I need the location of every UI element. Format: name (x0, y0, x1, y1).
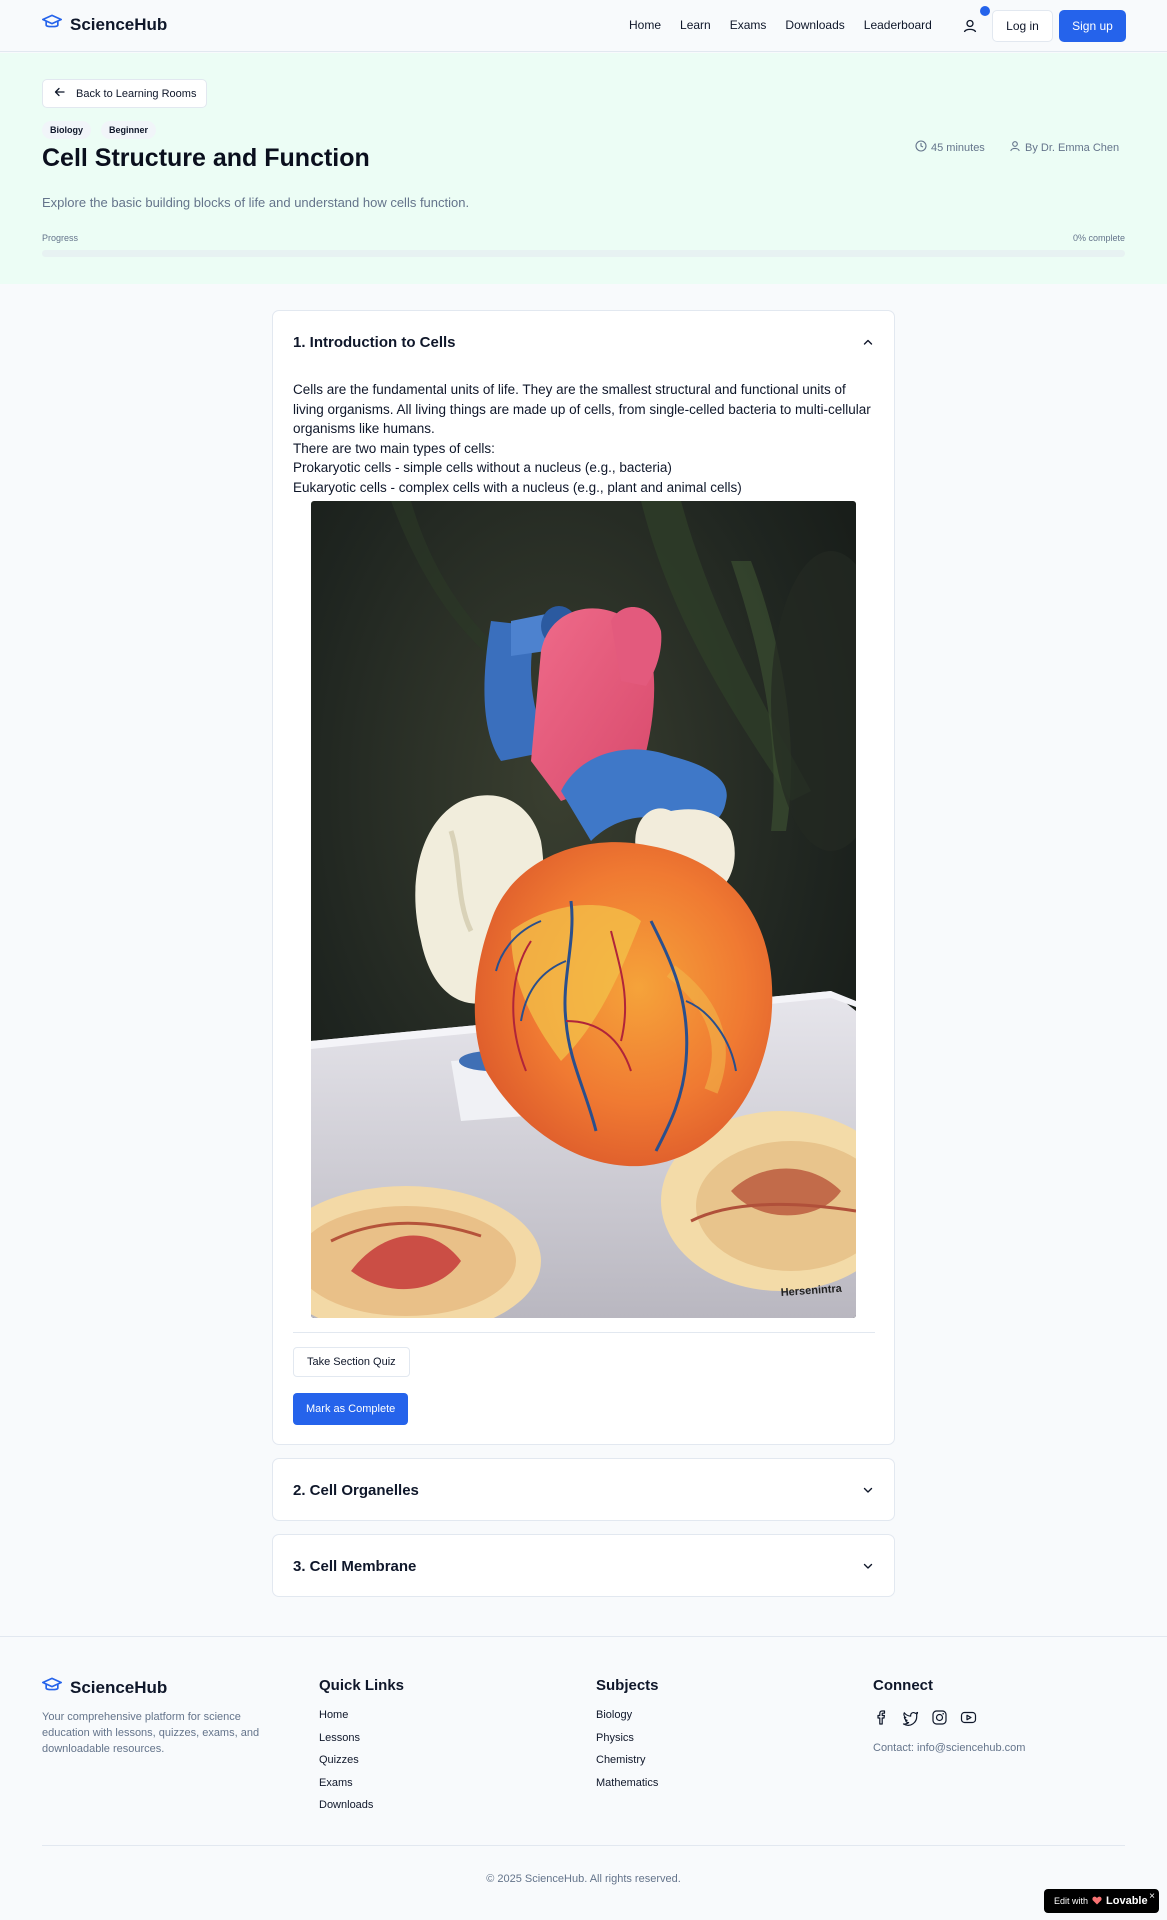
lesson-duration: 45 minutes (915, 140, 985, 155)
subjects-list: Biology Physics Chemistry Mathematics (596, 1709, 658, 1799)
badge-brand: Lovable (1106, 1895, 1148, 1907)
progress-percent: 0% complete (1072, 233, 1125, 243)
youtube-icon[interactable] (960, 1709, 977, 1731)
badge-prefix: Edit with (1054, 1896, 1089, 1906)
login-button[interactable]: Log in (992, 10, 1053, 42)
nav-learn[interactable]: Learn (680, 18, 711, 32)
section-title: 3. Cell Membrane (293, 1557, 417, 1575)
footer-link-lessons[interactable]: Lessons (319, 1732, 373, 1755)
brand-logo[interactable]: ScienceHub (42, 14, 167, 35)
user-icon (1009, 140, 1021, 155)
edit-with-lovable-badge[interactable]: Edit with Lovable × (1044, 1889, 1159, 1913)
section-divider (293, 1332, 875, 1333)
lesson-description: Explore the basic building blocks of lif… (42, 195, 470, 210)
heart-model-image: Hersenintra (311, 501, 856, 1318)
tag-biology: Biology (42, 121, 91, 139)
footer: ScienceHub Your comprehensive platform f… (0, 1636, 1167, 1920)
footer-link-quizzes[interactable]: Quizzes (319, 1754, 373, 1777)
footer-divider (42, 1845, 1125, 1846)
close-icon[interactable]: × (1149, 1891, 1155, 1902)
user-icon[interactable] (960, 16, 980, 36)
footer-brand-name: ScienceHub (70, 1677, 168, 1697)
twitter-icon[interactable] (902, 1709, 919, 1731)
graduation-cap-icon (42, 1677, 63, 1698)
top-navbar: ScienceHub Home Learn Exams Downloads Le… (0, 0, 1167, 52)
progress-bar (42, 250, 1125, 257)
nav-exams[interactable]: Exams (730, 18, 767, 32)
facebook-icon[interactable] (873, 1709, 890, 1731)
list-item: Eukaryotic cells - complex cells with a … (293, 479, 742, 495)
quick-links-list: Home Lessons Quizzes Exams Downloads (319, 1709, 373, 1822)
paragraph: Cells are the fundamental units of life.… (293, 382, 871, 437)
back-button[interactable]: Back to Learning Rooms (42, 79, 208, 108)
notification-dot (980, 6, 990, 16)
brand-name: ScienceHub (70, 14, 168, 34)
instagram-icon[interactable] (931, 1709, 948, 1731)
nav-downloads[interactable]: Downloads (785, 18, 844, 32)
connect-title: Connect (873, 1677, 933, 1694)
footer-subject-chemistry[interactable]: Chemistry (596, 1754, 658, 1777)
lesson-section-1: 1. Introduction to Cells Cells are the f… (272, 310, 895, 1445)
lesson-section-2[interactable]: 2. Cell Organelles (272, 1458, 895, 1521)
footer-link-downloads[interactable]: Downloads (319, 1799, 373, 1822)
graduation-cap-icon (42, 14, 63, 35)
quick-links-title: Quick Links (319, 1677, 405, 1694)
chevron-down-icon[interactable] (861, 1559, 875, 1573)
social-links (873, 1709, 977, 1731)
paragraph: There are two main types of cells: (293, 440, 495, 456)
duration-text: 45 minutes (931, 141, 985, 154)
heart-icon (1092, 1896, 1102, 1907)
contact-email[interactable]: Contact: info@sciencehub.com (873, 1742, 1025, 1754)
footer-subject-physics[interactable]: Physics (596, 1732, 658, 1755)
main-nav: Home Learn Exams Downloads Leaderboard (629, 18, 951, 32)
chevron-down-icon[interactable] (861, 1483, 875, 1497)
footer-link-home[interactable]: Home (319, 1709, 373, 1732)
footer-subject-mathematics[interactable]: Mathematics (596, 1777, 658, 1800)
lesson-section-3[interactable]: 3. Cell Membrane (272, 1534, 895, 1597)
author-text: By Dr. Emma Chen (1025, 141, 1120, 154)
footer-link-exams[interactable]: Exams (319, 1777, 373, 1800)
nav-leaderboard[interactable]: Leaderboard (864, 18, 932, 32)
copyright: © 2025 ScienceHub. All rights reserved. (486, 1873, 681, 1885)
progress-label: Progress (42, 233, 79, 243)
tag-beginner: Beginner (101, 121, 157, 139)
back-button-label: Back to Learning Rooms (76, 87, 197, 100)
section-header[interactable]: 1. Introduction to Cells (293, 311, 875, 373)
clock-icon (915, 140, 927, 155)
mark-complete-button[interactable]: Mark as Complete (293, 1393, 409, 1425)
section-title: 1. Introduction to Cells (293, 333, 456, 351)
footer-brand[interactable]: ScienceHub (42, 1677, 167, 1698)
subjects-title: Subjects (596, 1677, 659, 1694)
footer-subject-biology[interactable]: Biology (596, 1709, 658, 1732)
page-title: Cell Structure and Function (42, 144, 370, 172)
section-header[interactable]: 2. Cell Organelles (293, 1459, 875, 1521)
lesson-header: Back to Learning Rooms Biology Beginner … (0, 53, 1167, 284)
section-header[interactable]: 3. Cell Membrane (293, 1535, 875, 1597)
footer-description: Your comprehensive platform for science … (42, 1711, 260, 1755)
lesson-author: By Dr. Emma Chen (1009, 140, 1119, 155)
section-title: 2. Cell Organelles (293, 1481, 419, 1499)
section-content: Cells are the fundamental units of life.… (293, 380, 875, 498)
list-item: Prokaryotic cells - simple cells without… (293, 460, 672, 476)
arrow-left-icon (54, 86, 66, 101)
chevron-up-icon[interactable] (861, 335, 875, 349)
take-quiz-button[interactable]: Take Section Quiz (293, 1347, 410, 1377)
nav-home[interactable]: Home (629, 18, 661, 32)
signup-button[interactable]: Sign up (1059, 10, 1126, 42)
